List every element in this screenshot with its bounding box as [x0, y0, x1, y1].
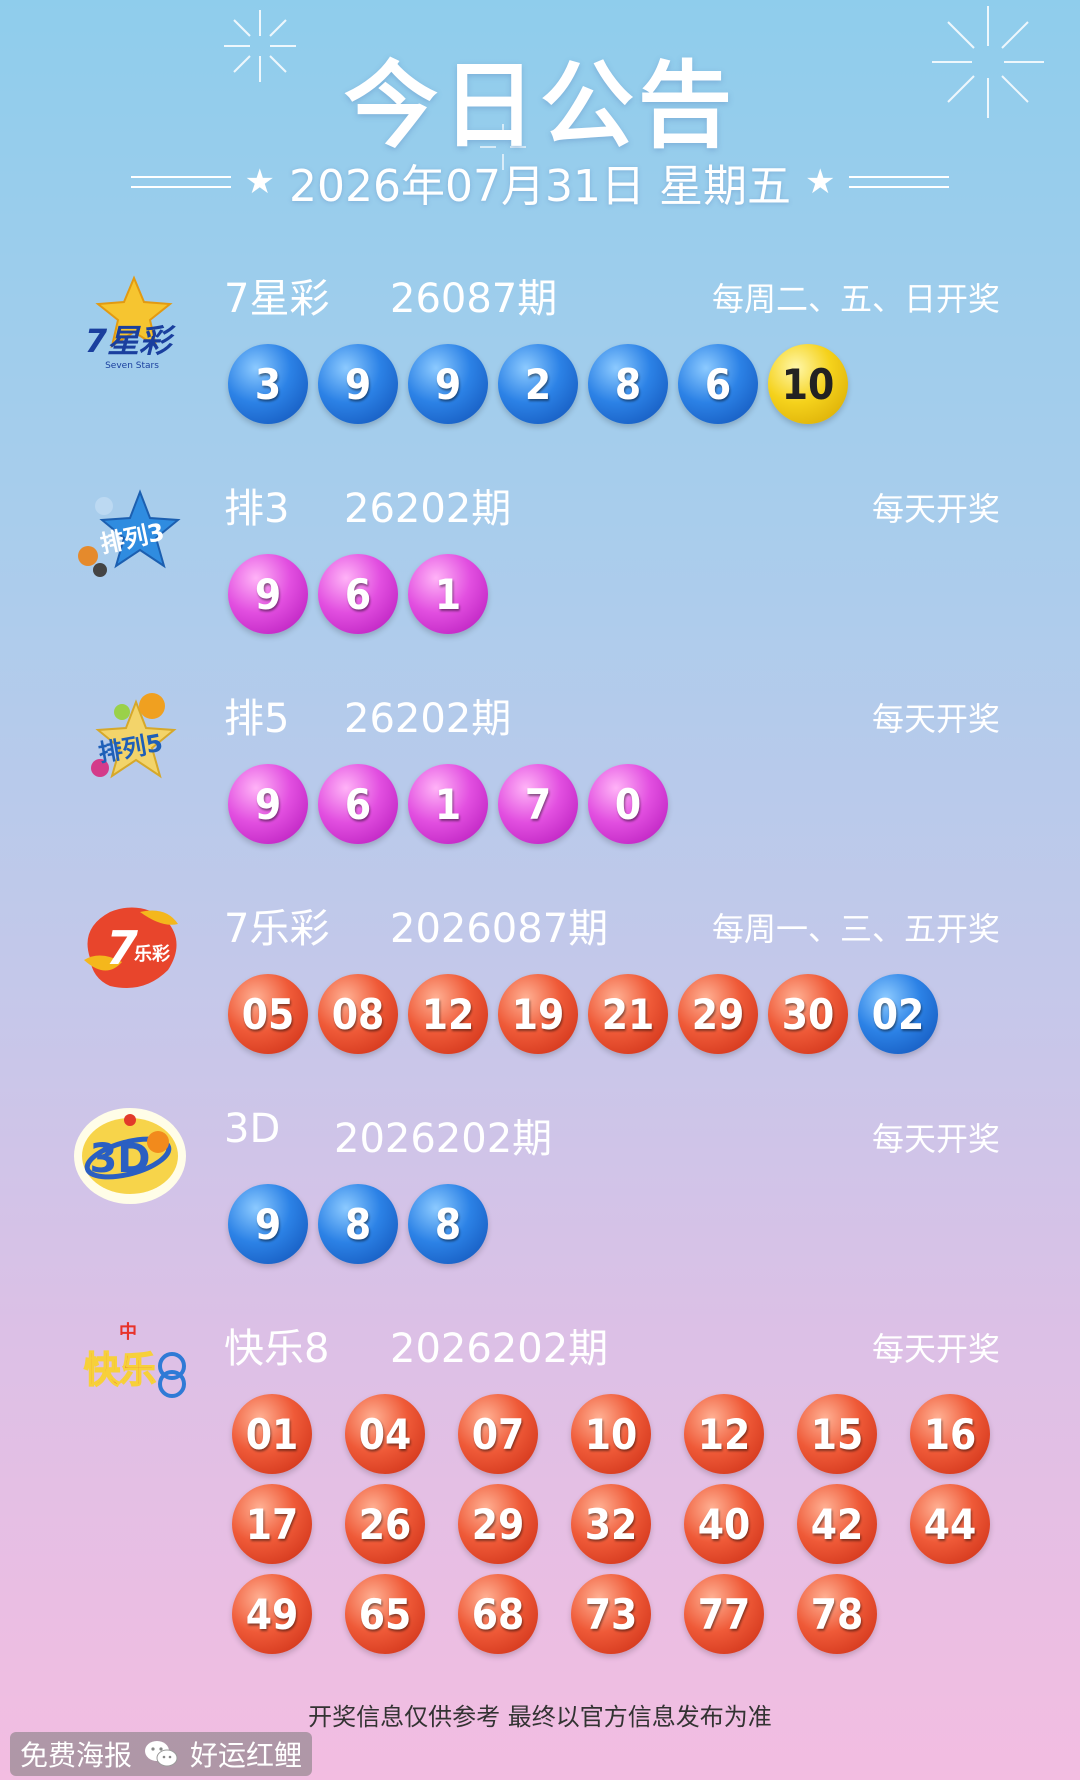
lottery-ball: 08	[318, 974, 398, 1054]
page-title: 今日公告	[343, 52, 736, 161]
lottery-ball: 02	[858, 974, 938, 1054]
lottery-ball: 29	[678, 974, 758, 1054]
watermark: 免费海报 好运红鲤	[10, 1732, 313, 1776]
3d-logo-icon: 3D	[74, 1108, 186, 1204]
draw-schedule: 每天开奖	[871, 490, 1000, 528]
lottery-ball: 7	[498, 764, 578, 844]
wechat-icon	[145, 1741, 178, 1767]
date-row: ★ 2026年07月31日 星期五 ★	[0, 152, 1080, 212]
lottery-ball: 44	[910, 1484, 990, 1564]
lottery-issue: 26202期	[344, 486, 512, 532]
lottery-ball: 19	[498, 974, 578, 1054]
lottery-ball: 29	[458, 1484, 538, 1564]
lottery-issue: 2026202期	[334, 1116, 553, 1162]
svg-text:7星彩: 7星彩	[85, 322, 176, 360]
ball-row: 96170	[228, 764, 668, 844]
lottery-ball: 30	[768, 974, 848, 1054]
lottery-issue: 2026202期	[390, 1326, 609, 1372]
lottery-ball: 12	[408, 974, 488, 1054]
svg-text:Seven Stars: Seven Stars	[105, 361, 159, 371]
lottery-ball: 9	[228, 764, 308, 844]
ball-row: 961	[228, 554, 488, 634]
lottery-ball: 9	[408, 344, 488, 424]
lottery-ball: 8	[588, 344, 668, 424]
lottery-name: 3D	[224, 1106, 281, 1152]
svg-text:中: 中	[119, 1321, 137, 1343]
lottery-ball: 9	[228, 1184, 308, 1264]
date-text: 2026年07月31日 星期五	[289, 161, 791, 212]
ball-row: 3 9 9 2 8 6 10	[228, 344, 848, 424]
lottery-ball: 8	[408, 1184, 488, 1264]
lottery-ball: 3	[228, 344, 308, 424]
lottery-ball: 9	[318, 344, 398, 424]
lottery-ball: 2	[498, 344, 578, 424]
lottery-name: 排5	[224, 696, 290, 742]
divider	[130, 176, 231, 188]
lottery-ball: 07	[458, 1394, 538, 1474]
draw-schedule: 每周一、三、五开奖	[711, 910, 1000, 948]
ball-row: 05 08 12 19 21 29 30 02	[228, 974, 938, 1054]
draw-schedule: 每周二、五、日开奖	[711, 280, 1000, 318]
lottery-ball: 05	[228, 974, 308, 1054]
disclaimer-text: 开奖信息仅供参考 最终以官方信息发布为准	[308, 1703, 772, 1731]
star-icon: ★	[804, 162, 836, 202]
7xingcai-logo-icon: 7星彩 Seven Stars	[85, 275, 176, 371]
draw-schedule: 每天开奖	[871, 700, 1000, 738]
watermark-label: 免费海报	[20, 1739, 133, 1772]
lottery-ball: 1	[408, 554, 488, 634]
lottery-ball: 01	[232, 1394, 312, 1474]
lottery-ball: 6	[318, 554, 398, 634]
lottery-ball: 9	[228, 554, 308, 634]
ball-grid: 01 04 07 10 12 15 16 17 26 29 32 40 42 44 49 65 68 73 77 78	[232, 1394, 990, 1654]
lottery-ball: 73	[571, 1574, 651, 1654]
lottery-issue: 2026087期	[390, 906, 609, 952]
lottery-ball: 1	[408, 764, 488, 844]
divider	[849, 176, 950, 188]
lottery-ball: 16	[910, 1394, 990, 1474]
lottery-ball: 78	[797, 1574, 877, 1654]
lottery-ball: 8	[318, 1184, 398, 1264]
lottery-ball: 6	[678, 344, 758, 424]
watermark-account: 好运红鲤	[190, 1739, 303, 1772]
lottery-ball: 26	[345, 1484, 425, 1564]
lottery-ball: 21	[588, 974, 668, 1054]
lottery-ball: 42	[797, 1484, 877, 1564]
star-icon: ★	[244, 162, 276, 202]
kuaile8-logo-icon: 中 快乐	[83, 1321, 186, 1398]
lottery-ball: 49	[232, 1574, 312, 1654]
lottery-ball: 12	[684, 1394, 764, 1474]
svg-text:乐彩: 乐彩	[134, 944, 170, 965]
lottery-ball: 10	[571, 1394, 651, 1474]
lottery-ball: 15	[797, 1394, 877, 1474]
lottery-name: 快乐8	[224, 1326, 330, 1372]
svg-text:3D: 3D	[89, 1136, 150, 1182]
lottery-ball: 10	[768, 344, 848, 424]
lottery-ball: 32	[571, 1484, 651, 1564]
lottery-ball: 77	[684, 1574, 764, 1654]
lottery-ball: 40	[684, 1484, 764, 1564]
lottery-ball: 68	[458, 1574, 538, 1654]
lottery-ball: 6	[318, 764, 398, 844]
lottery-name: 7乐彩	[224, 906, 330, 952]
7lecai-logo-icon: 7 乐彩	[84, 907, 178, 988]
svg-text:快乐: 快乐	[84, 1350, 156, 1391]
lottery-issue: 26202期	[344, 696, 512, 742]
draw-schedule: 每天开奖	[871, 1330, 1000, 1368]
ball-row: 988	[228, 1184, 488, 1264]
pailie3-logo-icon: 排列3	[78, 489, 181, 577]
lottery-name: 7星彩	[224, 276, 330, 322]
lottery-ball: 65	[345, 1574, 425, 1654]
pailie5-logo-icon: 排列5	[91, 693, 177, 779]
lottery-ball: 0	[588, 764, 668, 844]
lottery-name: 排3	[224, 486, 290, 532]
lottery-ball: 17	[232, 1484, 312, 1564]
draw-schedule: 每天开奖	[871, 1120, 1000, 1158]
lottery-ball: 04	[345, 1394, 425, 1474]
lottery-issue: 26087期	[390, 276, 558, 322]
